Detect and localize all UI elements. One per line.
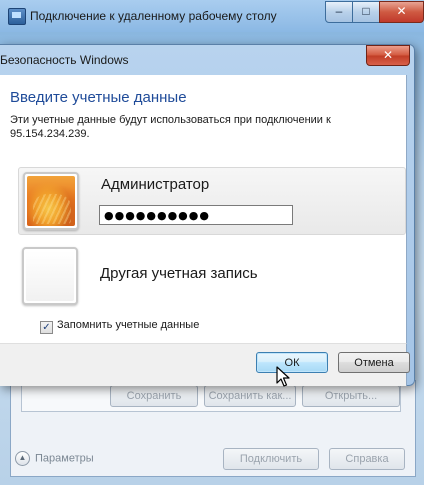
- account-tile-administrator[interactable]: Администратор ●●●●●●●●●●: [18, 167, 406, 235]
- open-button[interactable]: Открыть...: [302, 385, 400, 407]
- minimize-button[interactable]: –: [325, 1, 353, 23]
- credentials-heading: Введите учетные данные: [10, 89, 187, 106]
- rdp-window-title: Подключение к удаленному рабочему столу: [30, 9, 277, 23]
- password-input[interactable]: ●●●●●●●●●●: [99, 205, 293, 225]
- remote-desktop-app-icon: [8, 8, 26, 25]
- dialog-title: Безопасность Windows: [0, 53, 129, 67]
- help-button[interactable]: Справка: [329, 448, 405, 470]
- windows-security-dialog: Безопасность Windows ✕ Введите учетные д…: [0, 44, 415, 386]
- dialog-footer: ОК Отмена: [0, 343, 410, 386]
- maximize-button[interactable]: □: [352, 1, 380, 23]
- blank-user-icon: [26, 251, 74, 301]
- rdp-close-button[interactable]: ✕: [379, 1, 424, 23]
- avatar-blank: [22, 247, 78, 305]
- dialog-content: Введите учетные данные Эти учетные данны…: [0, 75, 407, 343]
- save-as-button[interactable]: Сохранить как...: [204, 385, 296, 407]
- rdp-titlebar: Подключение к удаленному рабочему столу …: [0, 0, 424, 32]
- chevron-up-icon: ▲: [15, 451, 30, 466]
- rdp-settings-panel: Сохранить Сохранить как... Открыть... ▲ П…: [10, 380, 416, 477]
- save-button[interactable]: Сохранить: [110, 385, 198, 407]
- remember-label: Запомнить учетные данные: [57, 319, 200, 331]
- mouse-pointer-icon: [276, 366, 290, 387]
- credentials-description: Эти учетные данные будут использоваться …: [10, 114, 331, 140]
- dialog-close-button[interactable]: ✕: [366, 45, 410, 66]
- options-label: Параметры: [35, 452, 94, 465]
- remember-credentials-checkbox[interactable]: ✓ Запомнить учетные данные: [40, 319, 199, 334]
- cancel-button[interactable]: Отмена: [338, 352, 410, 373]
- account-name-other: Другая учетная запись: [100, 265, 258, 282]
- user-picture-icon: [27, 176, 75, 226]
- account-name: Администратор: [101, 176, 210, 193]
- options-toggle[interactable]: ▲ Параметры: [15, 451, 94, 466]
- ok-button[interactable]: ОК: [256, 352, 328, 373]
- connect-button[interactable]: Подключить: [223, 448, 319, 470]
- account-tile-other[interactable]: Другая учетная запись: [18, 243, 404, 309]
- checkbox-checked-icon[interactable]: ✓: [40, 321, 53, 334]
- avatar: [23, 172, 79, 230]
- dialog-titlebar: Безопасность Windows ✕: [0, 45, 414, 73]
